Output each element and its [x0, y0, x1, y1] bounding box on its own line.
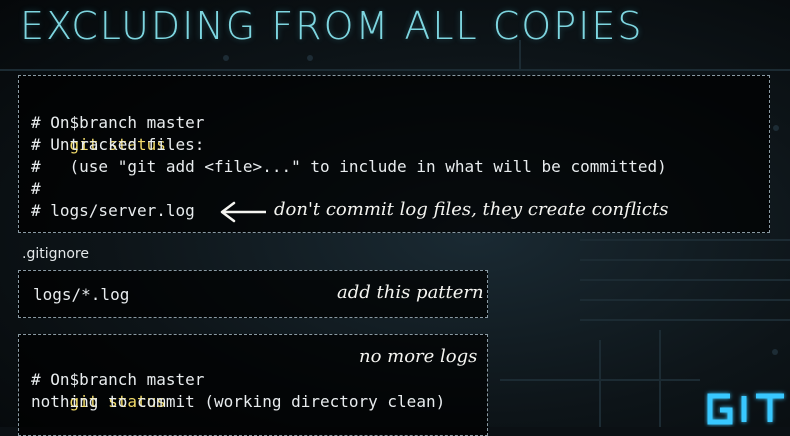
git-logo — [707, 393, 784, 425]
output-line: nothing to commit (working directory cle… — [31, 392, 446, 411]
page-title: EXCLUDING FROM ALL COPIES — [20, 4, 644, 48]
output-line: # — [31, 179, 41, 198]
gitignore-file-box: logs/*.log add this pattern — [18, 270, 488, 318]
annotation-no-more-logs: no more logs — [359, 346, 478, 367]
output-line-logfile: # logs/server.log — [31, 201, 195, 220]
output-line: # On branch master — [31, 113, 205, 132]
gitignore-pattern: logs/*.log — [33, 285, 130, 304]
output-line: # (use "git add <file>..." to include in… — [31, 157, 667, 176]
arrow-left-icon — [220, 201, 266, 223]
output-line: # Untracked files: — [31, 135, 205, 154]
terminal-output-clean: $ git status no more logs # On branch ma… — [18, 334, 488, 436]
annotation-log-conflicts: don't commit log files, they create conf… — [274, 199, 669, 220]
annotation-add-pattern: add this pattern — [337, 282, 484, 303]
gitignore-filename-label: .gitignore — [22, 246, 89, 262]
output-line: # On branch master — [31, 370, 205, 389]
